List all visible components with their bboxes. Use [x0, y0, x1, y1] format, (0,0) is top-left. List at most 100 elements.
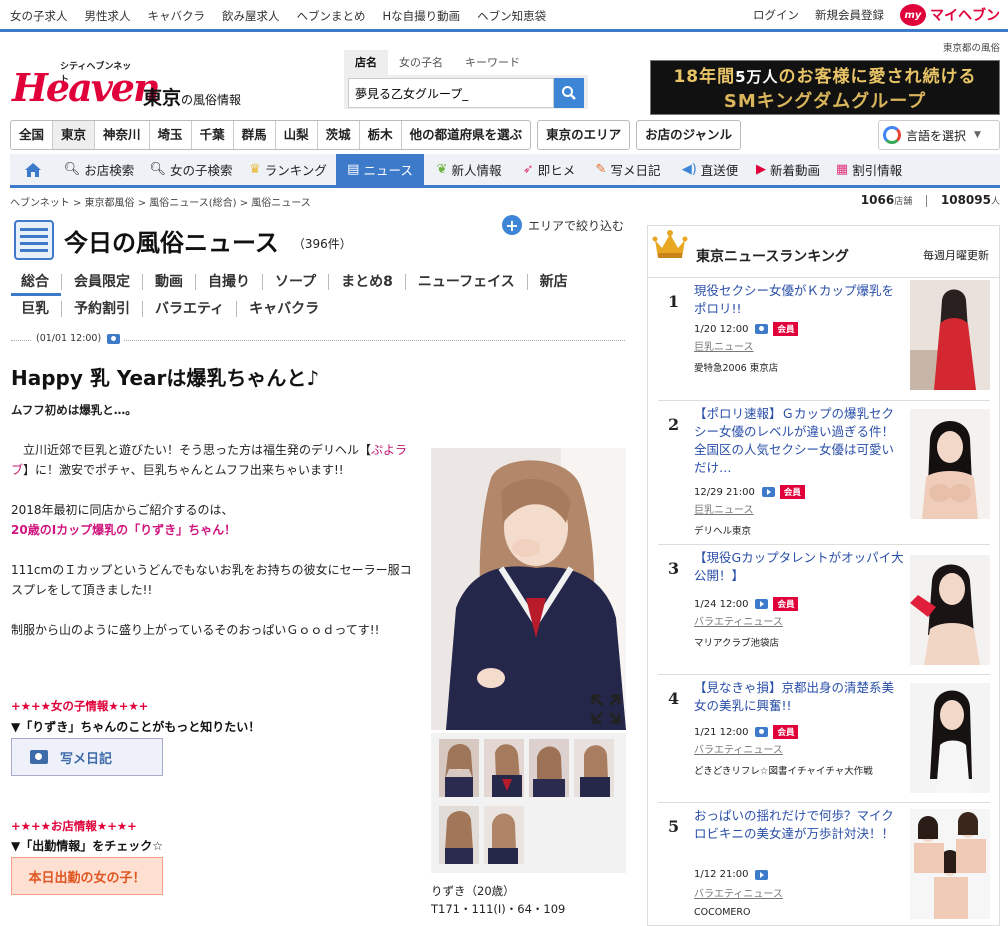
category-members-only[interactable]: 会員限定	[62, 273, 143, 290]
area-saitama[interactable]: 埼玉	[150, 121, 192, 149]
category-selfie[interactable]: 自撮り	[196, 273, 263, 290]
category-matome8[interactable]: まとめ8	[329, 273, 406, 290]
nav-direct-mail[interactable]: ◀) 直送便	[672, 154, 748, 185]
search-tab-keyword[interactable]: キーワード	[454, 54, 531, 75]
thumbnail[interactable]	[484, 739, 524, 797]
top-link-mens-job[interactable]: 男性求人	[85, 8, 131, 24]
ranking-item[interactable]: 4 【見なきゃ損】京都出身の清楚系美女の美乳に興奮!! 1/21 12:00 会員…	[658, 674, 990, 802]
thumbnail[interactable]	[529, 739, 569, 797]
nav-girl-search[interactable]: 🔍︎ 女の子検索	[142, 154, 240, 185]
camera-icon	[755, 324, 769, 334]
ranking-item[interactable]: 3 【現役Gカップタレントがオッパイ大公開！】 1/24 12:00 会員 バラエ…	[658, 544, 990, 674]
nav-ranking[interactable]: ♛ ランキング	[240, 154, 336, 185]
ranking-item-shop[interactable]: COCOMERO	[694, 907, 751, 918]
nav-sokuhime[interactable]: ➶ 即ヒメ	[514, 154, 584, 185]
ranking-item-shop[interactable]: マリアクラブ池袋店	[694, 635, 779, 649]
search-tab-girl[interactable]: 女の子名	[388, 54, 454, 75]
breadcrumb[interactable]: ヘブンネット > 東京都風俗 > 風俗ニュース(総合) > 風俗ニュース	[10, 194, 311, 209]
camera-icon	[30, 750, 48, 764]
thumbnail[interactable]	[439, 739, 479, 797]
ad-banner[interactable]: 18年間5万人のお客様に愛され続ける SMキングダムグループ	[650, 60, 1000, 115]
area-yamanashi[interactable]: 山梨	[276, 121, 318, 149]
ranking-item-image[interactable]	[910, 555, 990, 665]
top-link-matome[interactable]: ヘブンまとめ	[297, 8, 366, 24]
ranking-item-category[interactable]: 巨乳ニュース	[694, 501, 754, 516]
ranking-item-category[interactable]: バラエティニュース	[694, 885, 783, 900]
nav-new-videos[interactable]: ▶ 新着動画	[748, 154, 828, 185]
filter-by-area-button[interactable]: + エリアで絞り込む	[502, 215, 624, 235]
translate-select[interactable]: 言語を選択 ▼	[878, 120, 1000, 150]
category-variety[interactable]: バラエティ	[143, 300, 238, 317]
ranking-item-title[interactable]: 【見なきゃ損】京都出身の清楚系美女の美乳に興奮!!	[694, 679, 906, 715]
top-link-cabaret[interactable]: キャバクラ	[148, 8, 206, 24]
ranking-item-category[interactable]: バラエティニュース	[694, 741, 783, 756]
top-link-girls-job[interactable]: 女の子求人	[10, 8, 68, 24]
ranking-item-title[interactable]: 現役セクシー女優がＫカップ爆乳をポロリ!!	[694, 282, 906, 318]
rank-number: 4	[668, 689, 680, 708]
member-badge: 会員	[773, 597, 799, 611]
ranking-item-title[interactable]: 【ポロリ速報】Ｇカップの爆乳セクシー女優のレベルが違い過ぎる件！全国区の人気セク…	[694, 405, 906, 477]
ranking-item-date: 12/29 21:00	[694, 486, 755, 498]
today-girls-button[interactable]: 本日出勤の女の子！	[11, 857, 163, 895]
ranking-item-shop[interactable]: どきどきリフレ☆図書イチャイチャ大作戦	[694, 763, 873, 777]
area-zenkoku[interactable]: 全国	[11, 121, 54, 149]
nav-photo-diary[interactable]: ✎ 写メ日記	[584, 154, 672, 185]
search-button[interactable]	[554, 78, 584, 108]
category-all[interactable]: 総合	[11, 273, 62, 296]
ranking-item-image[interactable]	[910, 809, 990, 919]
expand-icon[interactable]	[590, 693, 622, 725]
ranking-item-title[interactable]: おっぱいの揺れだけで何歩？マイクロビキニの美女達が万歩計対決！！	[694, 807, 894, 843]
category-reservation-discount[interactable]: 予約割引	[62, 300, 143, 317]
ranking-item-category[interactable]: 巨乳ニュース	[694, 338, 754, 353]
ranking-item[interactable]: 1 現役セクシー女優がＫカップ爆乳をポロリ!! 1/20 12:00 会員 巨乳ニ…	[658, 278, 990, 400]
nav-newcomer[interactable]: ❦ 新人情報	[424, 154, 514, 185]
register-link[interactable]: 新規会員登録	[815, 7, 884, 23]
area-chiba[interactable]: 千葉	[192, 121, 234, 149]
ranking-item-category[interactable]: バラエティニュース	[694, 613, 783, 628]
search-tab-shop[interactable]: 店名	[344, 50, 388, 75]
category-cabaret[interactable]: キャバクラ	[237, 301, 331, 317]
news-ranking-panel: 東京ニュースランキング 毎週月曜更新 1 現役セクシー女優がＫカップ爆乳をポロリ…	[647, 225, 1000, 926]
top-link-chiebukuro[interactable]: ヘブン知恵袋	[477, 8, 546, 24]
nav-home[interactable]	[10, 154, 56, 185]
area-ibaraki[interactable]: 茨城	[318, 121, 360, 149]
area-gunma[interactable]: 群馬	[234, 121, 276, 149]
nav-label: ニュース	[363, 163, 413, 178]
ranking-item-image[interactable]	[910, 280, 990, 390]
nav-news[interactable]: ▤ ニュース	[336, 154, 424, 185]
category-new-shop[interactable]: 新店	[528, 274, 580, 290]
nav-shop-search[interactable]: 🔍︎ お店検索	[56, 154, 142, 185]
thumbnail[interactable]	[439, 806, 479, 864]
area-tochigi[interactable]: 栃木	[360, 121, 402, 149]
category-big-breasts[interactable]: 巨乳	[11, 300, 62, 317]
ranking-item-title[interactable]: 【現役Gカップタレントがオッパイ大公開！】	[694, 549, 906, 585]
my-heaven-button[interactable]: my マイヘブン	[900, 4, 1000, 26]
site-logo[interactable]: シティヘブンネット Heaven	[12, 59, 161, 110]
ranking-item-shop[interactable]: 愛特急2006 東京店	[694, 360, 778, 374]
ranking-item[interactable]: 2 【ポロリ速報】Ｇカップの爆乳セクシー女優のレベルが違い過ぎる件！全国区の人気…	[658, 400, 990, 544]
ranking-item[interactable]: 5 おっぱいの揺れだけで何歩？マイクロビキニの美女達が万歩計対決！！ 1/12 …	[658, 802, 990, 926]
category-soap[interactable]: ソープ	[263, 273, 330, 290]
filter-by-area-label: エリアで絞り込む	[528, 218, 625, 233]
area-other-prefectures[interactable]: 他の都道府県を選ぶ	[402, 121, 531, 149]
photo-diary-button[interactable]: 写メ日記	[11, 738, 163, 776]
girl-photo[interactable]	[431, 448, 626, 730]
category-new-face[interactable]: ニューフェイス	[406, 273, 528, 290]
thumbnail[interactable]	[574, 739, 614, 797]
search-input[interactable]	[348, 78, 554, 108]
tokyo-area-button[interactable]: 東京のエリア	[538, 121, 629, 149]
ranking-item-shop[interactable]: デリヘル東京	[694, 523, 751, 537]
nav-discount[interactable]: ▦ 割引情報	[828, 154, 910, 185]
area-tokyo[interactable]: 東京	[53, 121, 96, 149]
ranking-item-image[interactable]	[910, 409, 990, 519]
top-link-selfie-video[interactable]: Hな自撮り動画	[383, 8, 461, 24]
thumbnail[interactable]	[484, 806, 524, 864]
area-kanagawa[interactable]: 神奈川	[95, 121, 150, 149]
nav-label: 新人情報	[451, 163, 502, 178]
login-link[interactable]: ログイン	[753, 7, 799, 23]
girl-photo-image	[431, 448, 626, 730]
genre-button[interactable]: お店のジャンル	[637, 121, 740, 149]
category-video[interactable]: 動画	[143, 273, 196, 290]
top-link-bar-job[interactable]: 飲み屋求人	[222, 8, 280, 24]
ranking-item-image[interactable]	[910, 683, 990, 793]
